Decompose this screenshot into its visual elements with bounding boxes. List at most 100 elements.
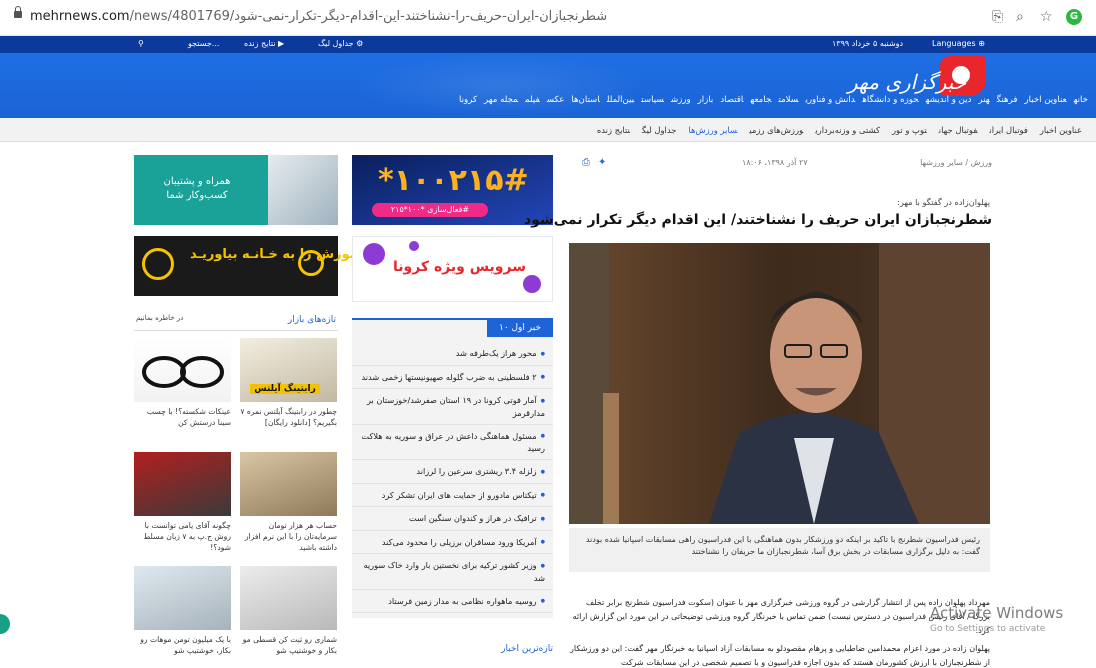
- market-item-image: [240, 452, 337, 516]
- browser-toolbar: mehrnews.com/news/4801769/شطرنجبازان-ایر…: [0, 0, 1096, 36]
- top-news-item[interactable]: تیکتاس مادورو از حمایت های ایران تشکر کر…: [352, 484, 553, 507]
- article-date: ۲۷ آذر ۱۳۹۸، ۱۸:۰۶: [742, 158, 808, 167]
- print-icon[interactable]: ⎙: [582, 157, 590, 168]
- main-nav-item[interactable]: دانش و فناوری: [805, 95, 855, 105]
- top-news-item[interactable]: ۲ فلسطینی به ضرب گلوله صهیونیستها زخمی ش…: [352, 366, 553, 389]
- market-item-image: [240, 566, 337, 630]
- market-item[interactable]: عینکات شکسته؟! با چسب سینا درستش کن: [134, 338, 231, 428]
- main-nav-item[interactable]: سیاست: [641, 95, 664, 105]
- main-nav-item[interactable]: جامعه: [751, 95, 772, 105]
- article-body: مهرداد پهلوان زاده پس از انتشار گزارشی د…: [569, 596, 990, 668]
- market-item-image: رابتینگ آیلتس: [240, 338, 337, 402]
- address-bar[interactable]: mehrnews.com/news/4801769/شطرنجبازان-ایر…: [30, 9, 607, 24]
- sub-nav-item[interactable]: کشتی و وزنه‌برداری: [815, 125, 880, 135]
- site-topbar: ⚲ جستجو... نتایج زنده ▶ جداول لیگ ⚙ دوشن…: [0, 36, 1096, 53]
- market-badge: در خاطره بمانیم: [136, 314, 184, 322]
- market-item-caption: چگونه آقای یامی توانست با روش ج.پ به ۷ ز…: [143, 521, 231, 552]
- market-item-image: [134, 566, 231, 630]
- main-nav-item[interactable]: مجله مهر: [484, 95, 518, 105]
- latest-news-header[interactable]: تازه‌ترین اخبار: [352, 644, 553, 654]
- caption-text: رئیس فدراسیون شطرنج با تاکید بر اینکه دو…: [585, 535, 980, 556]
- main-nav-item[interactable]: حوزه و دانشگاه: [862, 95, 918, 105]
- article-title: شطرنجبازان ایران حریف را نشناختند/ این ا…: [524, 212, 992, 228]
- sub-nav-item[interactable]: فوتبال ایران: [989, 125, 1027, 135]
- article-photo-image: [569, 243, 990, 524]
- article-meta: ورزش / سایر ورزشها ۲۷ آذر ۱۳۹۸، ۱۸:۰۶ ⎙ …: [568, 157, 992, 172]
- sub-nav-item[interactable]: توپ و تور: [892, 125, 927, 135]
- sub-nav-item[interactable]: فوتبال جهان: [939, 125, 978, 135]
- market-item-caption: با یک میلیون تومن موهات رو بکار، خوشتیپ …: [140, 635, 231, 655]
- main-nav-item[interactable]: عکس: [547, 95, 565, 105]
- market-item-caption: عینکات شکسته؟! با چسب سینا درستش کن: [146, 407, 231, 427]
- main-nav-item[interactable]: ورزش: [671, 95, 691, 105]
- translate-icon[interactable]: ⎘: [992, 9, 1003, 25]
- top-news-item[interactable]: روسیه ماهواره نظامی به مدار زمین فرستاد: [352, 590, 553, 613]
- main-nav-item[interactable]: هنر: [978, 95, 989, 105]
- main-nav-item[interactable]: بازار: [698, 95, 714, 105]
- main-nav-item[interactable]: اقتصاد: [720, 95, 743, 105]
- languages-link[interactable]: Languages ⊕: [932, 39, 985, 48]
- sub-nav-item[interactable]: ورزش‌های رزمی: [749, 125, 803, 135]
- twitter-icon[interactable]: ✦: [598, 157, 606, 168]
- search-icon[interactable]: ⚲: [138, 39, 144, 48]
- main-nav-item[interactable]: عناوین اخبار: [1024, 95, 1066, 105]
- glasses-icon: [142, 356, 224, 388]
- body-paragraph: مهرداد پهلوان زاده پس از انتشار گزارشی د…: [572, 598, 990, 635]
- url-path: /news/4801769/شطرنجبازان-ایران-حریف-را-ن…: [129, 9, 608, 24]
- logo-text: خبرگزاری مهر: [848, 70, 967, 94]
- main-nav-item[interactable]: استان‌ها: [571, 95, 600, 105]
- virus-icon: [409, 241, 419, 251]
- bookmark-star-icon[interactable]: ☆: [1040, 9, 1053, 25]
- asiatech-ad[interactable]: با آسیاتک آموزش را به خـانـه بیاوریـد!: [134, 236, 433, 296]
- main-nav-item[interactable]: فیلم: [525, 95, 540, 105]
- top-news-item[interactable]: مسئول هماهنگی داعش در عراق و سوریه به هل…: [352, 425, 553, 460]
- mci-ad[interactable]: *۱۰۰۲۱۵# فعال‌سازی *۱۰۰*۲۱۵#: [352, 155, 553, 225]
- market-item-caption: شماری رو ثبت کن قسطی مو بکار و خوشتیپ شو: [242, 635, 337, 655]
- main-nav-item[interactable]: فرهنگ: [997, 95, 1018, 105]
- support-ad[interactable]: همراه و پشتیبان کسب‌وکار شما: [134, 155, 338, 225]
- url-domain: mehrnews.com: [30, 9, 130, 24]
- live-results-link[interactable]: نتایج زنده ▶: [244, 39, 284, 48]
- main-nav-item[interactable]: بین‌الملل: [607, 95, 634, 105]
- league-table-link[interactable]: جداول لیگ ⚙: [318, 39, 363, 48]
- virus-icon: [363, 243, 385, 265]
- extension-icon[interactable]: G: [1066, 9, 1082, 25]
- photo-caption: رئیس فدراسیون شطرنج با تاکید بر اینکه دو…: [569, 528, 990, 572]
- market-item[interactable]: حساب هر هزار تومان سرمایه‌تان را با این …: [240, 452, 337, 553]
- ielts-label: رابتینگ آیلتس: [250, 384, 320, 394]
- market-item[interactable]: چگونه آقای یامی توانست با روش ج.پ به ۷ ز…: [134, 452, 231, 553]
- main-nav-item[interactable]: کرونا: [459, 95, 477, 105]
- top-news-item[interactable]: محور هراز یک‌طرفه شد: [352, 342, 553, 366]
- sub-nav-item[interactable]: عناوین اخبار: [1040, 125, 1082, 135]
- market-item-image: [134, 452, 231, 516]
- sub-nav-item[interactable]: سایر ورزش‌ها: [688, 125, 737, 135]
- top-news-item[interactable]: ترافیک در هراز و کندوان سنگین است: [352, 507, 553, 531]
- main-nav-item[interactable]: خانه: [1074, 95, 1088, 105]
- main-nav-item[interactable]: سلامت: [778, 95, 798, 105]
- watermark-subline: Go to Settings to activate: [930, 624, 1046, 634]
- market-title: تازه‌های بازار: [287, 315, 336, 325]
- top-news-item[interactable]: وزیر کشور ترکیه برای نخستین بار وارد خاک…: [352, 554, 553, 590]
- breadcrumb[interactable]: ورزش / سایر ورزشها: [920, 158, 992, 167]
- sub-nav-item[interactable]: جداول لیگ: [642, 125, 676, 135]
- zoom-icon[interactable]: ⌕: [1016, 9, 1024, 25]
- search-link[interactable]: جستجو...: [188, 39, 219, 48]
- market-item[interactable]: رابتینگ آیلتس چطور در رابتینگ آیلتس نمره …: [240, 338, 337, 428]
- side-tab[interactable]: [0, 614, 10, 634]
- sub-nav-item[interactable]: نتایج زنده: [597, 125, 630, 135]
- ad-pill: فعال‌سازی *۱۰۰*۲۱۵#: [372, 203, 488, 217]
- sub-nav: عناوین اخبار فوتبال ایران فوتبال جهان توپ و…: [0, 118, 1096, 142]
- watermark-line: Activate Windows: [930, 604, 1064, 622]
- market-item[interactable]: با یک میلیون تومن موهات رو بکار، خوشتیپ …: [134, 566, 231, 656]
- market-item-caption: چطور در رابتینگ آیلتس نمره ۷ بگیریم؟ [دا…: [240, 407, 337, 427]
- ad-photo: [268, 155, 338, 225]
- main-nav-item[interactable]: دین و اندیشه: [926, 95, 972, 105]
- top-news-item[interactable]: زلزله ۳.۴ ریشتری سرعین را لرزاند: [352, 460, 553, 484]
- corona-service-ad[interactable]: سرویس ویژه کرونا: [352, 236, 553, 302]
- top-news-box: ۱۰ خبر اول محور هراز یک‌طرفه شد۲ فلسطینی…: [352, 318, 553, 618]
- market-item[interactable]: شماری رو ثبت کن قسطی مو بکار و خوشتیپ شو: [240, 566, 337, 656]
- market-item-image: [134, 338, 231, 402]
- top-news-item[interactable]: آمار فوتی کرونا در ۱۹ استان صفرشد/خوزستا…: [352, 389, 553, 425]
- market-item-caption: حساب هر هزار تومان سرمایه‌تان را با این …: [244, 521, 337, 552]
- top-news-item[interactable]: آمریکا ورود مسافران برزیلی را محدود می‌ک…: [352, 531, 553, 554]
